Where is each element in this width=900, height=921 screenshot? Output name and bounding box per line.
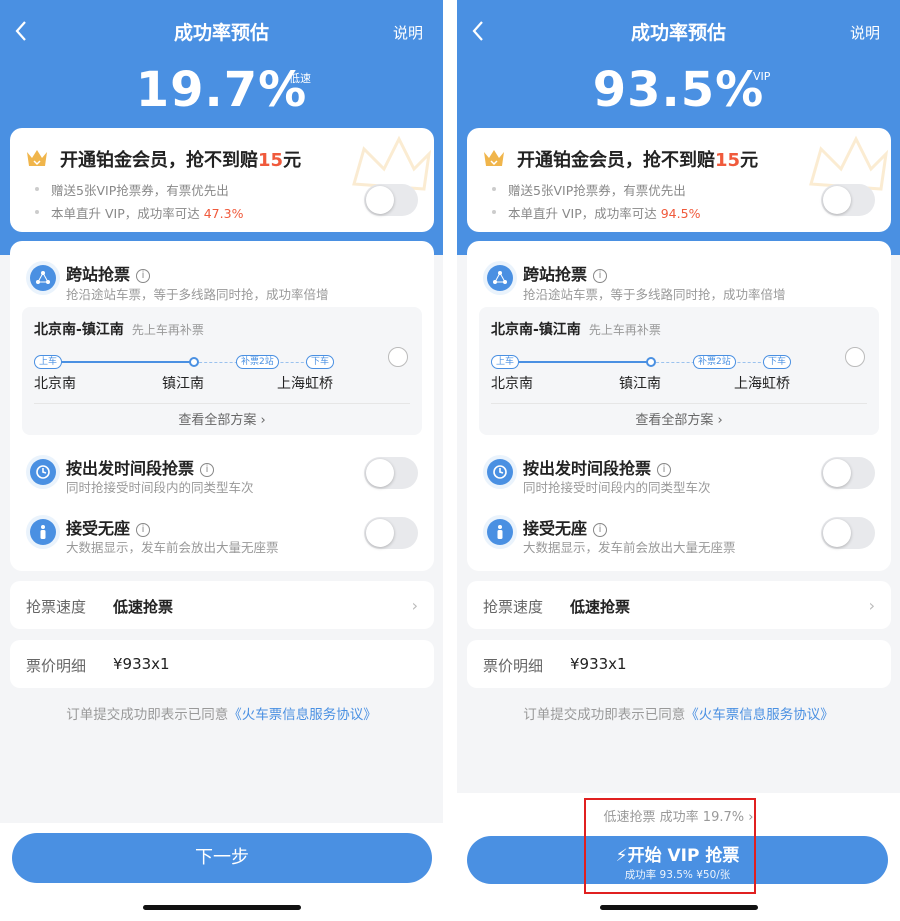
- crown-icon: [484, 150, 504, 166]
- route-plan[interactable]: 北京南-镇江南 先上车再补票 上车 补票2站 下车 北京南 镇江南 上海虹桥 查看…: [479, 307, 879, 435]
- agreement-text: 订单提交成功即表示已同意《火车票信息服务协议》: [523, 707, 834, 723]
- no-seat-desc: 大数据显示，发车前会放出大量无座票: [523, 540, 736, 555]
- options-card: 跨站抢票 i 抢沿途站车票，等于多线路同时抢，成功率倍增 北京南-镇江南 先上车再补…: [467, 241, 891, 571]
- time-range-desc: 同时抢接受时间段内的同类型车次: [523, 480, 711, 495]
- station-from: 北京南: [491, 376, 533, 392]
- help-link[interactable]: 说明: [850, 22, 880, 43]
- options-card: 跨站抢票 i 抢沿途站车票，等于多线路同时抢，成功率倍增 北京南-镇江南 先上车再补…: [10, 241, 434, 571]
- success-rate: 93.5%: [592, 62, 765, 118]
- vip-promo-title: 开通铂金会员，抢不到赔15元: [517, 150, 759, 171]
- cross-station-title: 跨站抢票 i: [523, 261, 608, 285]
- next-step-button[interactable]: 下一步: [12, 833, 432, 883]
- chevron-right-icon: ›: [868, 596, 875, 615]
- no-seat-title: 接受无座 i: [523, 515, 608, 539]
- route-node: [189, 357, 199, 367]
- price-row: 票价明细 ¥933x1: [467, 640, 891, 688]
- route-track: 上车 补票2站 下车: [34, 355, 334, 369]
- route-node: [646, 357, 656, 367]
- station-from: 北京南: [34, 376, 76, 392]
- vip-benefit-2: 本单直升 VIP，成功率可达 47.3%: [34, 203, 243, 222]
- info-icon[interactable]: i: [657, 463, 672, 477]
- vip-promo-card: 开通铂金会员，抢不到赔15元 赠送5张VIP抢票券，有票优先出 本单直升 VIP…: [10, 128, 434, 232]
- route-title: 北京南-镇江南 先上车再补票: [34, 322, 204, 338]
- home-indicator: [143, 905, 301, 910]
- standing-person-icon: [483, 515, 517, 549]
- time-range-title: 按出发时间段抢票 i: [523, 455, 672, 479]
- no-seat-title: 接受无座 i: [66, 515, 151, 539]
- board-pill: 上车: [34, 355, 63, 369]
- speed-label: 抢票速度: [483, 598, 544, 616]
- view-all-plans-link[interactable]: 查看全部方案 ›: [479, 409, 879, 428]
- time-range-toggle[interactable]: [821, 457, 875, 489]
- cross-station-title: 跨站抢票 i: [66, 261, 151, 285]
- vip-benefit-1: 赠送5张VIP抢票券，有票优先出: [492, 180, 686, 199]
- route-title: 北京南-镇江南 先上车再补票: [491, 322, 661, 338]
- time-range-toggle[interactable]: [364, 457, 418, 489]
- screen-vip: 成功率预估 说明 93.5% VIP 开通铂金会员，抢不到赔15元 赠送5张VI…: [457, 0, 900, 921]
- board-pill: 上车: [491, 355, 520, 369]
- clock-icon: [483, 455, 517, 489]
- page-title: 成功率预估: [630, 22, 726, 44]
- price-label: 票价明细: [26, 657, 87, 675]
- rate-tag: VIP: [753, 70, 771, 83]
- agreement-text: 订单提交成功即表示已同意《火车票信息服务协议》: [66, 707, 377, 723]
- info-icon[interactable]: i: [136, 269, 151, 283]
- vip-toggle[interactable]: [364, 184, 418, 216]
- route-track: 上车 补票2站 下车: [491, 355, 791, 369]
- info-icon[interactable]: i: [593, 523, 608, 537]
- vip-promo-title: 开通铂金会员，抢不到赔15元: [60, 150, 302, 171]
- speed-row[interactable]: 抢票速度 低速抢票 ›: [10, 581, 434, 629]
- screen-low-speed: 成功率预估 说明 19.7% 低速 开通铂金会员，抢不到赔15元 赠送5张VIP…: [0, 0, 443, 921]
- price-value: ¥933x1: [113, 655, 170, 673]
- make-up-pill: 补票2站: [693, 355, 736, 369]
- time-range-desc: 同时抢接受时间段内的同类型车次: [66, 480, 254, 495]
- info-icon[interactable]: i: [136, 523, 151, 537]
- price-value: ¥933x1: [570, 655, 627, 673]
- no-seat-toggle[interactable]: [821, 517, 875, 549]
- vip-benefit-1: 赠送5张VIP抢票券，有票优先出: [35, 180, 229, 199]
- route-radio[interactable]: [388, 347, 408, 367]
- no-seat-toggle[interactable]: [364, 517, 418, 549]
- crown-icon: [27, 150, 47, 166]
- rate-tag: 低速: [289, 72, 311, 85]
- info-icon[interactable]: i: [200, 463, 215, 477]
- speed-value: 低速抢票: [570, 598, 631, 616]
- speed-label: 抢票速度: [26, 598, 87, 616]
- route-radio[interactable]: [845, 347, 865, 367]
- no-seat-desc: 大数据显示，发车前会放出大量无座票: [66, 540, 279, 555]
- speed-row[interactable]: 抢票速度 低速抢票 ›: [467, 581, 891, 629]
- vip-promo-card: 开通铂金会员，抢不到赔15元 赠送5张VIP抢票券，有票优先出 本单直升 VIP…: [467, 128, 891, 232]
- view-all-plans-link[interactable]: 查看全部方案 ›: [22, 409, 422, 428]
- vip-toggle[interactable]: [821, 184, 875, 216]
- speed-value: 低速抢票: [113, 598, 174, 616]
- price-label: 票价明细: [483, 657, 544, 675]
- chevron-right-icon: ›: [411, 596, 418, 615]
- home-indicator: [600, 905, 758, 910]
- cross-station-desc: 抢沿途站车票，等于多线路同时抢，成功率倍增: [523, 287, 786, 302]
- price-row: 票价明细 ¥933x1: [10, 640, 434, 688]
- station-mid: 镇江南: [162, 376, 204, 392]
- cross-station-desc: 抢沿途站车票，等于多线路同时抢，成功率倍增: [66, 287, 329, 302]
- standing-person-icon: [26, 515, 60, 549]
- page-title: 成功率预估: [173, 22, 269, 44]
- agreement-link[interactable]: 《火车票信息服务协议》: [685, 707, 834, 723]
- station-to: 上海虹桥: [734, 376, 790, 392]
- station-to: 上海虹桥: [277, 376, 333, 392]
- success-rate: 19.7%: [135, 62, 308, 118]
- share-network-icon: [483, 261, 517, 295]
- station-mid: 镇江南: [619, 376, 661, 392]
- alight-pill: 下车: [763, 355, 791, 369]
- route-plan[interactable]: 北京南-镇江南 先上车再补票 上车 补票2站 下车 北京南 镇江南 上海虹桥 查看…: [22, 307, 422, 435]
- alight-pill: 下车: [306, 355, 334, 369]
- share-network-icon: [26, 261, 60, 295]
- time-range-title: 按出发时间段抢票 i: [66, 455, 215, 479]
- info-icon[interactable]: i: [593, 269, 608, 283]
- clock-icon: [26, 455, 60, 489]
- agreement-link[interactable]: 《火车票信息服务协议》: [228, 707, 377, 723]
- highlight-box: [584, 798, 756, 894]
- help-link[interactable]: 说明: [393, 22, 423, 43]
- make-up-pill: 补票2站: [236, 355, 279, 369]
- vip-benefit-2: 本单直升 VIP，成功率可达 94.5%: [491, 203, 700, 222]
